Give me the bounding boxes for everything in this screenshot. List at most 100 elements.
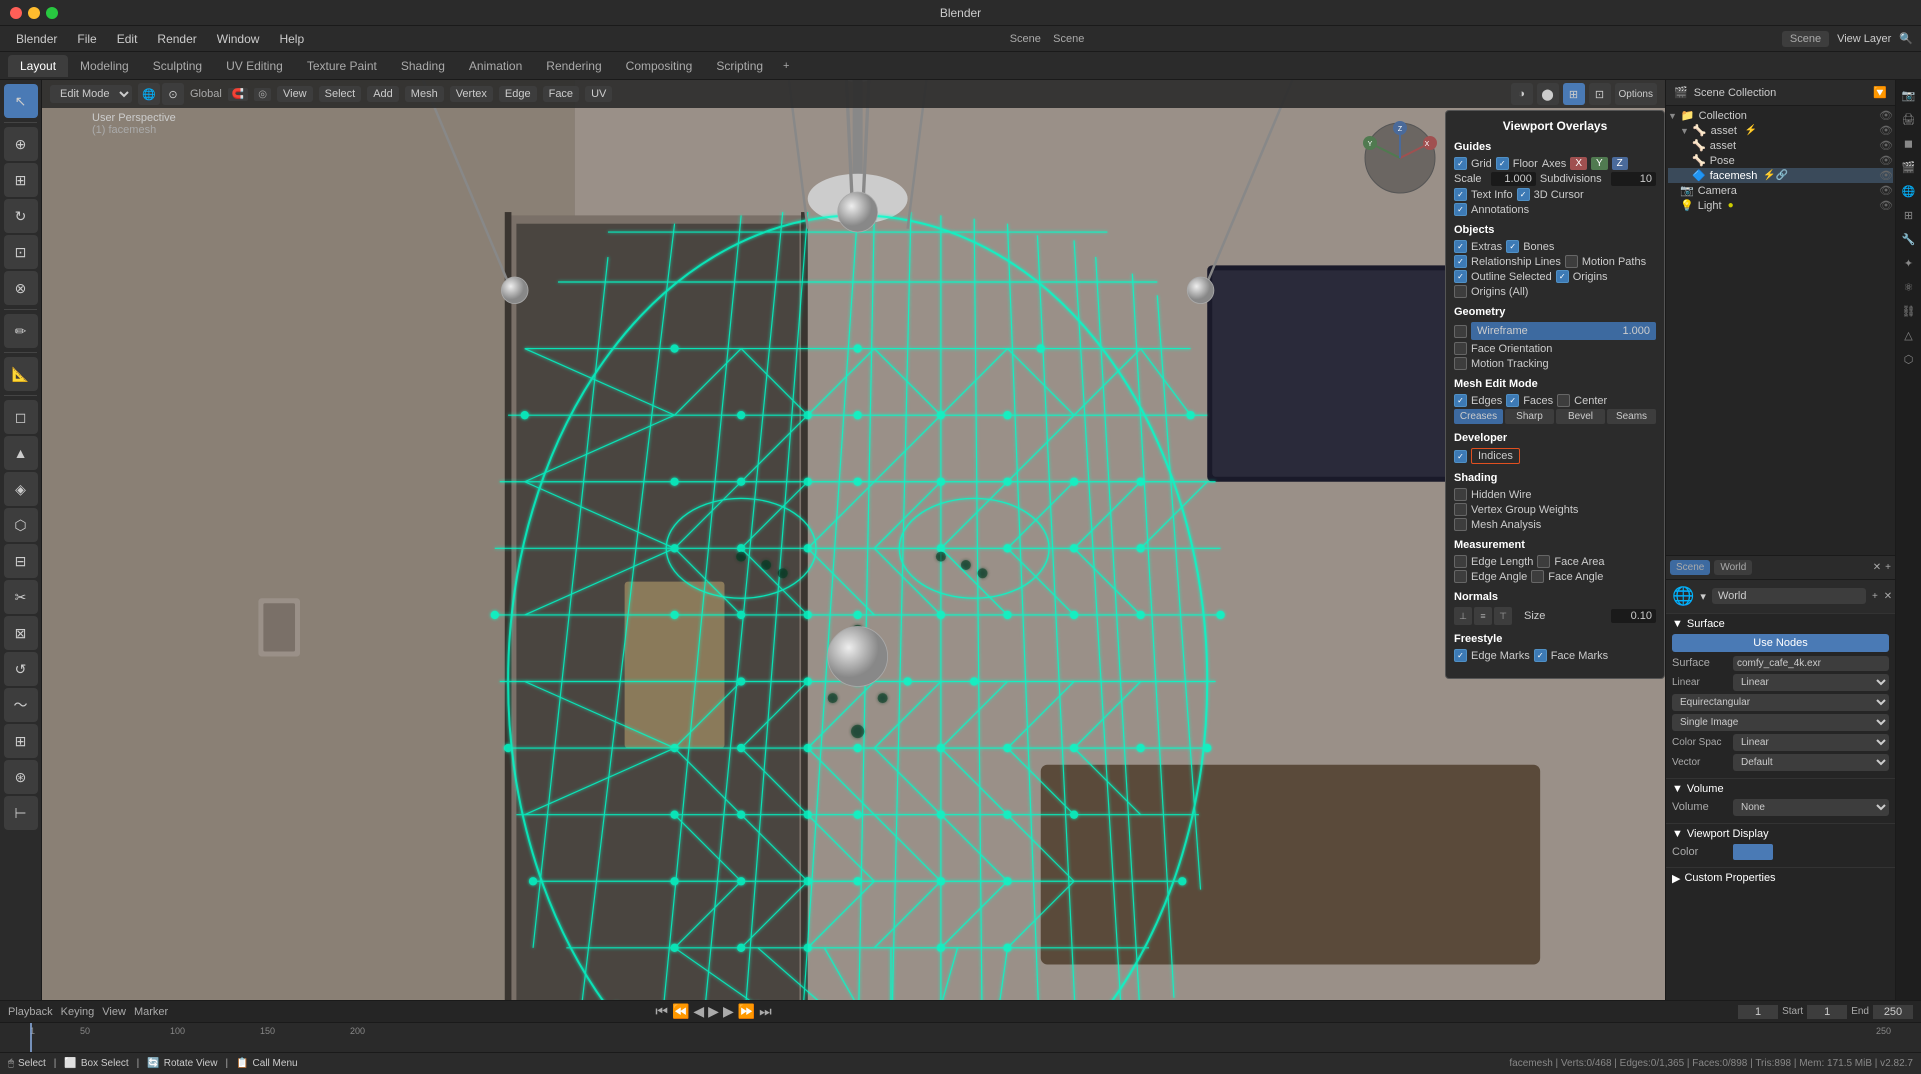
facemesh-visibility[interactable]: 👁 xyxy=(1879,169,1893,182)
3d-viewport[interactable]: Edit Mode 🌐 ⊙ Global 🧲 ◎ View Select Add… xyxy=(42,80,1665,1000)
cursor-3d-checkbox[interactable]: ✓ xyxy=(1517,188,1530,201)
tree-item-facemesh[interactable]: 🔷 facemesh ⚡🔗 👁 xyxy=(1668,168,1893,183)
measure-tool[interactable]: 📐 xyxy=(4,357,38,391)
tab-uv-editing[interactable]: UV Editing xyxy=(214,55,295,77)
tree-item-collection[interactable]: ▼ 📁 Collection 👁 xyxy=(1668,108,1893,123)
annotate-tool[interactable]: ✏ xyxy=(4,314,38,348)
keying-menu[interactable]: Keying xyxy=(61,1006,95,1018)
menu-file[interactable]: File xyxy=(69,30,104,48)
close-button[interactable] xyxy=(10,7,22,19)
tree-item-asset-sub[interactable]: 🦴 asset 👁 xyxy=(1668,138,1893,153)
tab-shading[interactable]: Shading xyxy=(389,55,457,77)
face-normals-icon[interactable]: ⊤ xyxy=(1494,607,1512,625)
shrink-fatten[interactable]: ⊛ xyxy=(4,760,38,794)
viewport-shading-rendered[interactable]: ⬤ xyxy=(1537,83,1559,105)
uv-menu[interactable]: UV xyxy=(585,86,612,102)
search-icon[interactable]: 🔍 xyxy=(1899,32,1913,45)
constraints-props-icon[interactable]: ⛓ xyxy=(1898,300,1920,322)
light-visibility[interactable]: 👁 xyxy=(1879,199,1893,212)
tree-item-pose[interactable]: 🦴 Pose 👁 xyxy=(1668,153,1893,168)
world-props-icon[interactable]: 🌐 xyxy=(1898,180,1920,202)
creases-button[interactable]: Creases xyxy=(1454,409,1503,424)
axis-z-button[interactable]: Z xyxy=(1612,157,1628,170)
smooth-tool[interactable]: 〜 xyxy=(4,688,38,722)
scene-dropdown[interactable]: Scene xyxy=(1782,31,1829,47)
asset-sub-visibility[interactable]: 👁 xyxy=(1879,139,1893,152)
end-frame-input[interactable] xyxy=(1873,1005,1913,1019)
menu-render[interactable]: Render xyxy=(149,30,204,48)
asset-visibility[interactable]: 👁 xyxy=(1879,124,1893,137)
menu-edit[interactable]: Edit xyxy=(109,30,146,48)
face-angle-checkbox[interactable] xyxy=(1531,570,1544,583)
add-cube[interactable]: ◻ xyxy=(4,400,38,434)
add-menu[interactable]: Add xyxy=(367,86,399,102)
collection-visibility[interactable]: 👁 xyxy=(1879,109,1893,122)
material-props-icon[interactable]: ⬡ xyxy=(1898,348,1920,370)
face-area-checkbox[interactable] xyxy=(1537,555,1550,568)
edge-menu[interactable]: Edge xyxy=(499,86,537,102)
prev-frame-button[interactable]: ⏪ xyxy=(672,1003,689,1020)
tab-sculpting[interactable]: Sculpting xyxy=(141,55,214,77)
surface-value-input[interactable] xyxy=(1733,656,1889,671)
vertex-normals-icon[interactable]: ⊥ xyxy=(1454,607,1472,625)
select-menu[interactable]: Select xyxy=(319,86,362,102)
modifier-props-icon[interactable]: 🔧 xyxy=(1898,228,1920,250)
prev-keyframe-button[interactable]: ◀ xyxy=(693,1003,704,1020)
snap-icon[interactable]: 🧲 xyxy=(228,88,248,101)
subdivisions-input[interactable] xyxy=(1611,172,1656,186)
viewport-shading-solid[interactable]: ◑ xyxy=(1511,83,1533,105)
face-menu[interactable]: Face xyxy=(543,86,579,102)
view-menu[interactable]: View xyxy=(277,86,313,102)
custom-props-header[interactable]: ▶ Custom Properties xyxy=(1672,872,1889,885)
inset-tool[interactable]: ◈ xyxy=(4,472,38,506)
marker-menu[interactable]: Marker xyxy=(134,1006,168,1018)
rotate-tool[interactable]: ↻ xyxy=(4,199,38,233)
tree-item-light[interactable]: 💡 Light ● 👁 xyxy=(1668,198,1893,213)
tab-rendering[interactable]: Rendering xyxy=(534,55,613,77)
mesh-analysis-checkbox[interactable] xyxy=(1454,518,1467,531)
select-tool[interactable]: ↖ xyxy=(4,84,38,118)
sharp-button[interactable]: Sharp xyxy=(1505,409,1554,424)
add-workspace-button[interactable]: + xyxy=(775,56,797,76)
camera-visibility[interactable]: 👁 xyxy=(1879,184,1893,197)
knife-tool[interactable]: ✂ xyxy=(4,580,38,614)
motion-track-checkbox[interactable] xyxy=(1454,357,1467,370)
proportional-icon[interactable]: ◎ xyxy=(254,88,271,101)
next-frame-button[interactable]: ⏩ xyxy=(738,1003,755,1020)
object-props-icon[interactable]: ⊞ xyxy=(1898,204,1920,226)
edge-length-checkbox[interactable] xyxy=(1454,555,1467,568)
normals-size-input[interactable] xyxy=(1611,609,1656,623)
navigation-gizmo[interactable]: X Y Z xyxy=(1360,118,1440,198)
cursor-tool[interactable]: ⊕ xyxy=(4,127,38,161)
indices-button[interactable]: Indices xyxy=(1471,448,1520,464)
world-unlink-icon[interactable]: ✕ xyxy=(1884,591,1892,602)
scene-props-icon[interactable]: 🎬 xyxy=(1898,156,1920,178)
outline-checkbox[interactable]: ✓ xyxy=(1454,270,1467,283)
playback-menu[interactable]: Playback xyxy=(8,1006,53,1018)
edit-mode-dropdown[interactable]: Edit Mode xyxy=(50,85,132,103)
mesh-menu[interactable]: Mesh xyxy=(405,86,444,102)
floor-checkbox[interactable]: ✓ xyxy=(1496,157,1509,170)
face-orient-checkbox[interactable] xyxy=(1454,342,1467,355)
relationship-checkbox[interactable]: ✓ xyxy=(1454,255,1467,268)
faces-checkbox[interactable]: ✓ xyxy=(1506,394,1519,407)
particles-props-icon[interactable]: ✦ xyxy=(1898,252,1920,274)
minimize-button[interactable] xyxy=(28,7,40,19)
seams-button[interactable]: Seams xyxy=(1607,409,1656,424)
render-props-icon[interactable]: 📷 xyxy=(1898,84,1920,106)
world-name-input[interactable] xyxy=(1712,588,1866,604)
poly-build[interactable]: ⊠ xyxy=(4,616,38,650)
grid-checkbox[interactable]: ✓ xyxy=(1454,157,1467,170)
edge-marks-checkbox[interactable]: ✓ xyxy=(1454,649,1467,662)
pose-visibility[interactable]: 👁 xyxy=(1879,154,1893,167)
axis-y-button[interactable]: Y xyxy=(1591,157,1608,170)
tab-modeling[interactable]: Modeling xyxy=(68,55,141,77)
props-new[interactable]: + xyxy=(1885,562,1891,573)
tab-layout[interactable]: Layout xyxy=(8,55,68,77)
origins-checkbox[interactable]: ✓ xyxy=(1556,270,1569,283)
viewport-overlays-toggle[interactable]: ⊞ xyxy=(1563,83,1585,105)
timeline-scrubber[interactable]: 1 50 100 150 200 250 xyxy=(0,1023,1921,1052)
viewport-xray-toggle[interactable]: ⊡ xyxy=(1589,83,1611,105)
bevel-button[interactable]: Bevel xyxy=(1556,409,1605,424)
color-space-dropdown[interactable]: Linear xyxy=(1733,734,1889,751)
